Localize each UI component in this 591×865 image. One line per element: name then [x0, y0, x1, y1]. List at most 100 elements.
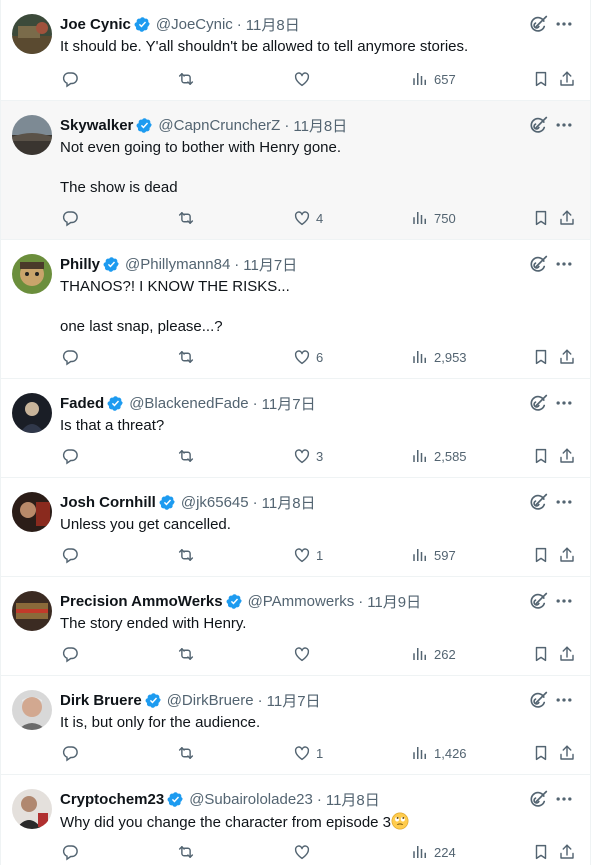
grok-icon[interactable]	[528, 591, 548, 611]
timestamp[interactable]: 11月8日	[262, 492, 316, 513]
grok-icon[interactable]	[528, 492, 548, 512]
like-button[interactable]	[293, 643, 316, 665]
more-icon[interactable]	[554, 393, 574, 413]
views-button[interactable]: 657	[411, 68, 456, 90]
grok-icon[interactable]	[528, 115, 548, 135]
bookmark-button[interactable]	[532, 346, 550, 368]
views-button[interactable]: 224	[411, 841, 456, 863]
retweet-button[interactable]	[177, 207, 195, 229]
views-button[interactable]: 2,953	[411, 346, 467, 368]
like-button[interactable]	[293, 841, 316, 863]
reply-button[interactable]	[61, 346, 79, 368]
reply-button[interactable]	[61, 643, 79, 665]
retweet-button[interactable]	[177, 68, 195, 90]
share-button[interactable]	[558, 841, 576, 863]
bookmark-button[interactable]	[532, 445, 550, 467]
share-button[interactable]	[558, 544, 576, 566]
bookmark-button[interactable]	[532, 544, 550, 566]
share-button[interactable]	[558, 742, 576, 764]
bookmark-button[interactable]	[532, 841, 550, 863]
timestamp[interactable]: 11月7日	[243, 254, 297, 275]
views-button[interactable]: 1,426	[411, 742, 467, 764]
timestamp[interactable]: 11月9日	[367, 591, 421, 612]
share-button[interactable]	[558, 643, 576, 665]
timestamp[interactable]: 11月8日	[326, 789, 380, 810]
tweet[interactable]: Precision AmmoWerks @PAmmowerks · 11月9日 …	[1, 577, 590, 676]
like-button[interactable]: 1	[293, 742, 323, 764]
author-name[interactable]: Josh Cornhill	[60, 494, 156, 511]
like-button[interactable]: 1	[293, 544, 323, 566]
grok-icon[interactable]	[528, 789, 548, 809]
share-button[interactable]	[558, 445, 576, 467]
avatar[interactable]	[12, 254, 52, 294]
retweet-button[interactable]	[177, 742, 195, 764]
tweet[interactable]: Skywalker @CapnCruncherZ · 11月8日 Not eve…	[1, 101, 590, 240]
author-handle[interactable]: @CapnCruncherZ	[158, 117, 280, 134]
author-handle[interactable]: @Phillymann84	[125, 256, 230, 273]
avatar[interactable]	[12, 14, 52, 54]
more-icon[interactable]	[554, 254, 574, 274]
tweet[interactable]: Dirk Bruere @DirkBruere · 11月7日 It is, b…	[1, 676, 590, 775]
grok-icon[interactable]	[528, 254, 548, 274]
author-handle[interactable]: @JoeCynic	[156, 16, 233, 33]
retweet-button[interactable]	[177, 841, 195, 863]
retweet-button[interactable]	[177, 346, 195, 368]
share-button[interactable]	[558, 346, 576, 368]
views-button[interactable]: 262	[411, 643, 456, 665]
like-button[interactable]: 4	[293, 207, 323, 229]
tweet[interactable]: Cryptochem23 @Subairololade23 · 11月8日 Wh…	[1, 775, 590, 865]
views-button[interactable]: 750	[411, 207, 456, 229]
share-button[interactable]	[558, 207, 576, 229]
author-handle[interactable]: @DirkBruere	[167, 692, 254, 709]
grok-icon[interactable]	[528, 14, 548, 34]
author-name[interactable]: Philly	[60, 256, 100, 273]
author-name[interactable]: Faded	[60, 395, 104, 412]
share-button[interactable]	[558, 68, 576, 90]
bookmark-button[interactable]	[532, 68, 550, 90]
reply-button[interactable]	[61, 68, 79, 90]
timestamp[interactable]: 11月7日	[262, 393, 316, 414]
more-icon[interactable]	[554, 591, 574, 611]
more-icon[interactable]	[554, 789, 574, 809]
tweet[interactable]: Philly @Phillymann84 · 11月7日 THANOS?! I …	[1, 240, 590, 379]
author-name[interactable]: Skywalker	[60, 117, 133, 134]
author-name[interactable]: Dirk Bruere	[60, 692, 142, 709]
views-button[interactable]: 2,585	[411, 445, 467, 467]
more-icon[interactable]	[554, 690, 574, 710]
retweet-button[interactable]	[177, 445, 195, 467]
reply-button[interactable]	[61, 544, 79, 566]
grok-icon[interactable]	[528, 690, 548, 710]
avatar[interactable]	[12, 690, 52, 730]
reply-button[interactable]	[61, 445, 79, 467]
tweet[interactable]: Joe Cynic @JoeCynic · 11月8日 It should be…	[1, 0, 590, 101]
tweet[interactable]: Faded @BlackenedFade · 11月7日 Is that a t…	[1, 379, 590, 478]
timestamp[interactable]: 11月8日	[293, 115, 347, 136]
bookmark-button[interactable]	[532, 742, 550, 764]
reply-button[interactable]	[61, 742, 79, 764]
avatar[interactable]	[12, 492, 52, 532]
avatar[interactable]	[12, 591, 52, 631]
grok-icon[interactable]	[528, 393, 548, 413]
timestamp[interactable]: 11月7日	[267, 690, 321, 711]
like-button[interactable]: 3	[293, 445, 323, 467]
author-handle[interactable]: @Subairololade23	[189, 791, 313, 808]
timestamp[interactable]: 11月8日	[246, 14, 300, 35]
bookmark-button[interactable]	[532, 207, 550, 229]
author-name[interactable]: Cryptochem23	[60, 791, 164, 808]
author-name[interactable]: Precision AmmoWerks	[60, 593, 223, 610]
like-button[interactable]	[293, 68, 316, 90]
reply-button[interactable]	[61, 841, 79, 863]
avatar[interactable]	[12, 115, 52, 155]
more-icon[interactable]	[554, 492, 574, 512]
views-button[interactable]: 597	[411, 544, 456, 566]
reply-button[interactable]	[61, 207, 79, 229]
avatar[interactable]	[12, 789, 52, 829]
retweet-button[interactable]	[177, 643, 195, 665]
bookmark-button[interactable]	[532, 643, 550, 665]
author-handle[interactable]: @jk65645	[181, 494, 249, 511]
avatar[interactable]	[12, 393, 52, 433]
retweet-button[interactable]	[177, 544, 195, 566]
like-button[interactable]: 6	[293, 346, 323, 368]
more-icon[interactable]	[554, 115, 574, 135]
more-icon[interactable]	[554, 14, 574, 34]
